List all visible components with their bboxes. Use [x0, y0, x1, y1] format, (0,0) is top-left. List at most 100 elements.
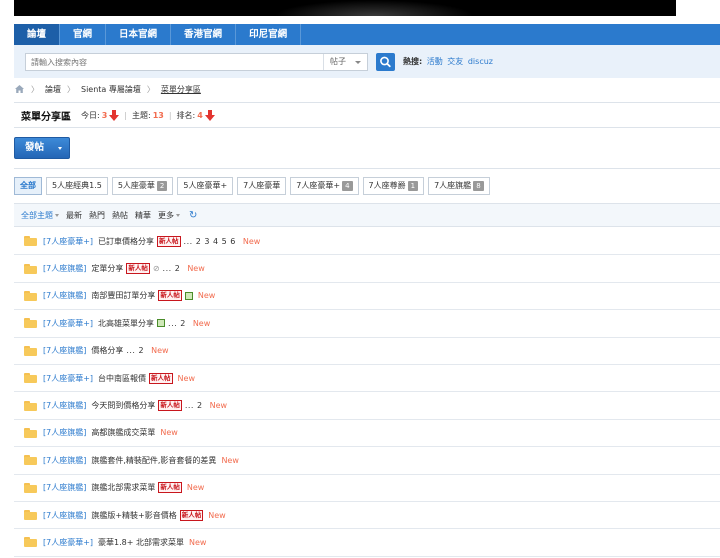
new-label: New [151, 346, 169, 356]
thread-row[interactable]: [7人座旗艦] 定單分享 新人帖 ⊘... 2 New [14, 255, 720, 283]
new-post-button[interactable]: 發帖 [14, 137, 70, 159]
top-banner [14, 0, 676, 16]
new-label: New [192, 318, 211, 328]
filter-all-topics[interactable]: 全部主題 [21, 210, 59, 221]
thread-type-link[interactable]: [7人座豪華+] [43, 537, 93, 548]
search-button[interactable] [376, 53, 395, 71]
folder-icon [24, 373, 37, 384]
category-7seat-deluxe-plus[interactable]: 7人座豪華+ 4 [290, 177, 359, 195]
filter-latest[interactable]: 最新 [66, 210, 82, 221]
stat-topics-value: 13 [152, 110, 164, 120]
thread-pagination[interactable]: ... 2 [185, 401, 203, 410]
thread-type-link[interactable]: [7人座旗艦] [43, 290, 86, 301]
arrow-down-icon [109, 109, 120, 121]
hot-link-friends[interactable]: 交友 [447, 57, 463, 66]
hot-link-discuz[interactable]: discuz [468, 57, 493, 66]
thread-title-link[interactable]: 價格分享 [91, 345, 123, 356]
hot-search: 熱搜: 活動 交友 discuz [403, 56, 493, 67]
category-5seat-classic[interactable]: 5人座經典1.5 [46, 177, 108, 195]
folder-icon [24, 482, 37, 493]
thread-pagination[interactable]: ... 2 [168, 319, 186, 328]
search-box: 帖子 [25, 53, 368, 71]
chevron-down-icon [58, 147, 62, 150]
search-input[interactable] [26, 54, 316, 70]
chevron-down-icon [55, 213, 59, 217]
newbie-badge: 新人帖 [158, 290, 182, 302]
folder-icon [24, 318, 37, 329]
thread-type-link[interactable]: [7人座旗艦] [43, 400, 86, 411]
stat-topics-label: 主題: [131, 110, 151, 120]
attachment-clip-icon: ⊘ [152, 264, 160, 274]
category-7seat-deluxe[interactable]: 7人座豪華 [237, 177, 287, 195]
category-all[interactable]: 全部 [14, 177, 42, 195]
thread-type-link[interactable]: [7人座豪華+] [43, 318, 93, 329]
thread-pagination[interactable]: ... 2 3 4 5 6 [184, 237, 236, 246]
nav-item-indonesia[interactable]: 印尼官網 [236, 24, 302, 45]
thread-row[interactable]: [7人座旗艦] 高都旗艦成交菜單 New [14, 420, 720, 448]
thread-row[interactable]: [7人座旗艦] 旗艦版+精裝+影音價格 新人帖 New [14, 502, 720, 530]
thread-title-link[interactable]: 已訂車價格分享 [98, 236, 154, 247]
category-7seat-flagship[interactable]: 7人座旗艦 8 [428, 177, 490, 195]
thread-list: [7人座豪華+] 已訂車價格分享 新人帖... 2 3 4 5 6 New [7人座旗艦… [14, 228, 720, 557]
thread-title-link[interactable]: 北高雄菜單分享 [98, 318, 154, 329]
thread-row[interactable]: [7人座旗艦] 今天問到價格分享 新人帖... 2 New [14, 392, 720, 420]
thread-type-link[interactable]: [7人座豪華+] [43, 373, 93, 384]
banner-glow [274, 0, 474, 16]
search-type-select[interactable]: 帖子 [323, 54, 367, 70]
thread-row[interactable]: [7人座旗艦] 旗艦北部需求菜單 新人帖 New [14, 475, 720, 502]
thread-title-link[interactable]: 定單分享 [91, 263, 123, 274]
refresh-icon[interactable]: ↻ [189, 210, 197, 221]
nav-item-hongkong[interactable]: 香港官網 [171, 24, 237, 45]
thread-row[interactable]: [7人座旗艦] 旗艦套件,精裝配件,影音套餐的差異 New [14, 447, 720, 475]
newbie-badge: 新人帖 [179, 509, 204, 521]
thread-type-link[interactable]: [7人座旗艦] [43, 427, 86, 438]
thread-row[interactable]: [7人座旗艦] 價格分享... 2 New [14, 338, 720, 365]
stat-today: 今日: 3 [81, 109, 120, 121]
thread-row[interactable]: [7人座豪華+] 豪華1.8+ 北部需求菜單 New [14, 529, 720, 557]
filter-digest[interactable]: 精華 [135, 210, 151, 221]
breadcrumb-item-sienta[interactable]: Sienta 專屬論壇 [81, 84, 141, 95]
thread-type-link[interactable]: [7人座豪華+] [43, 236, 93, 247]
thread-title-link[interactable]: 高都旗艦成交菜單 [91, 427, 155, 438]
thread-title-link[interactable]: 台中南區報價 [98, 373, 146, 384]
newbie-badge: 新人帖 [158, 482, 182, 494]
filter-hot-posts[interactable]: 熱帖 [112, 210, 128, 221]
thread-type-link[interactable]: [7人座旗艦] [43, 263, 86, 274]
new-label: New [186, 483, 205, 493]
stat-rank-label: 排名: [176, 110, 196, 120]
nav-item-japan[interactable]: 日本官網 [106, 24, 172, 45]
breadcrumb-item-forum[interactable]: 論壇 [45, 84, 61, 95]
newbie-badge: 新人帖 [158, 400, 182, 412]
nav-item-forum[interactable]: 論壇 [14, 24, 61, 45]
stat-divider: | [124, 110, 127, 120]
category-5seat-deluxe[interactable]: 5人座豪華 2 [111, 177, 174, 195]
thread-title-link[interactable]: 南部豐田訂單分享 [91, 290, 155, 301]
nav-item-official[interactable]: 官網 [60, 24, 107, 45]
thread-title-link[interactable]: 旗艦版+精裝+影音價格 [91, 510, 176, 521]
thread-pagination[interactable]: ... 2 [126, 346, 144, 355]
image-attachment-icon [157, 319, 166, 328]
stat-rank: 排名: 4 [176, 109, 215, 121]
thread-title-link[interactable]: 今天問到價格分享 [91, 400, 155, 411]
thread-type-link[interactable]: [7人座旗艦] [43, 510, 86, 521]
thread-type-link[interactable]: [7人座旗艦] [43, 345, 86, 356]
breadcrumb-item-current[interactable]: 菜單分享區 [161, 84, 201, 95]
thread-type-link[interactable]: [7人座旗艦] [43, 455, 86, 466]
thread-row[interactable]: [7人座豪華+] 北高雄菜單分享 ... 2 New [14, 310, 720, 338]
thread-pagination[interactable]: ... 2 [163, 264, 181, 273]
category-7seat-premium[interactable]: 7人座尊爵 1 [362, 177, 425, 195]
breadcrumb-separator: 〉 [146, 84, 155, 94]
thread-row[interactable]: [7人座旗艦] 南部豐田訂單分享 新人帖 New [14, 283, 720, 311]
hot-link-activity[interactable]: 活動 [427, 57, 443, 66]
filter-more[interactable]: 更多 [158, 210, 180, 221]
category-5seat-deluxe-plus[interactable]: 5人座豪華+ [177, 177, 234, 195]
thread-title-link[interactable]: 旗艦套件,精裝配件,影音套餐的差異 [91, 455, 216, 466]
thread-type-link[interactable]: [7人座旗艦] [43, 482, 86, 493]
thread-row[interactable]: [7人座豪華+] 已訂車價格分享 新人帖... 2 3 4 5 6 New [14, 228, 720, 256]
home-icon[interactable] [14, 84, 25, 94]
thread-title-link[interactable]: 旗艦北部需求菜單 [91, 482, 155, 493]
thread-row[interactable]: [7人座豪華+] 台中南區報價 新人帖 New [14, 365, 720, 393]
folder-icon [24, 510, 37, 521]
thread-title-link[interactable]: 豪華1.8+ 北部需求菜單 [98, 537, 184, 548]
filter-hot[interactable]: 熱門 [89, 210, 105, 221]
